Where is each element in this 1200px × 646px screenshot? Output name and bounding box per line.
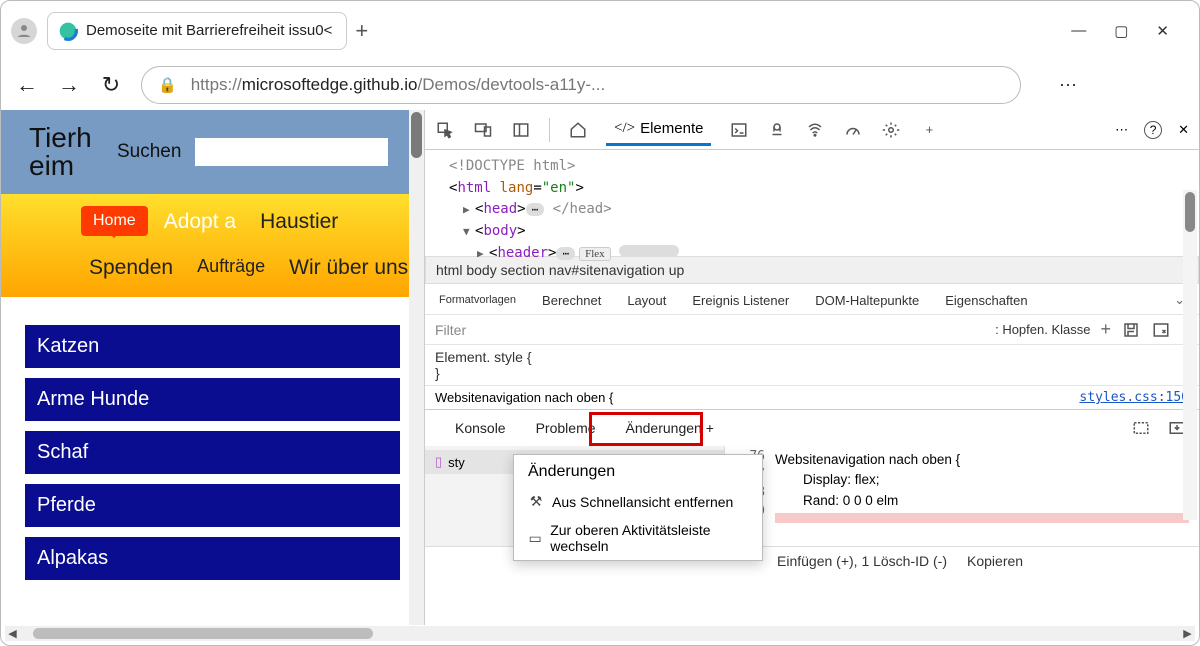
devtools-vscroll[interactable] (1183, 190, 1197, 520)
minimize-button[interactable]: — (1071, 22, 1086, 40)
drawer-tab-console[interactable]: Konsole (455, 420, 506, 436)
maximize-button[interactable]: ▢ (1114, 22, 1128, 40)
copy-button[interactable]: Kopieren (967, 553, 1023, 569)
save-icon[interactable] (1121, 320, 1141, 340)
window-controls: — ▢ ✕ (1071, 22, 1189, 40)
inspect-icon[interactable] (435, 120, 455, 140)
help-icon[interactable]: ? (1144, 121, 1162, 139)
title-bar: Demoseite mit Barrierefreiheit issu0< + … (1, 1, 1199, 60)
tab-layout[interactable]: Layout (627, 293, 666, 308)
styles-filter-row: Filter : Hopfen. Klasse + (425, 315, 1199, 345)
more-tabs-button[interactable]: + (919, 120, 939, 140)
drawer-tab-problems[interactable]: Probleme (536, 420, 596, 436)
tab-computed[interactable]: Berechnet (542, 293, 601, 308)
profile-avatar[interactable] (11, 18, 37, 44)
window-hscroll[interactable]: ◀ ▶ (5, 626, 1195, 641)
context-menu-move-top[interactable]: ▭ Zur oberen Aktivitätsleiste wechseln (514, 516, 762, 560)
device-icon[interactable] (473, 120, 493, 140)
address-bar-row: ← → ↻ 🔒 https://microsoftedge.github.io/… (1, 60, 1199, 110)
close-button[interactable]: ✕ (1156, 22, 1169, 40)
nav-donate[interactable]: Spenden (81, 252, 181, 284)
refresh-button[interactable]: ↻ (99, 72, 123, 98)
devtools: </>Elemente + ⋯ ? ✕ <!DOCTYPE html> <htm… (424, 110, 1199, 625)
site-nav: Home Adopt a Haustier Spenden Aufträge W… (1, 194, 424, 297)
rule-source-link[interactable]: styles.css:156 (1079, 390, 1189, 405)
rule-source-row: Websitenavigation nach oben { styles.css… (425, 385, 1199, 409)
browser-menu-button[interactable]: ⋯ (1059, 75, 1077, 96)
page-vscroll[interactable] (409, 110, 424, 625)
styles-tab-bar: Formatvorlagen Berechnet Layout Ereignis… (425, 284, 1199, 315)
main-split: Tierheim Suchen Home Adopt a Haustier Sp… (1, 110, 1199, 625)
welcome-tab[interactable] (568, 120, 588, 140)
edge-icon (58, 21, 78, 41)
drawer-code[interactable]: Websitenavigation nach oben { Display: f… (765, 446, 1199, 546)
nav-home[interactable]: Home (81, 206, 148, 236)
page-viewport: Tierheim Suchen Home Adopt a Haustier Sp… (1, 110, 424, 625)
style-rules[interactable]: Element. style { } (425, 345, 1199, 385)
category-list: Katzen Arme Hunde Schaf Pferde Alpakas (1, 297, 424, 580)
browser-tab[interactable]: Demoseite mit Barrierefreiheit issu0< (47, 12, 347, 50)
address-bar[interactable]: 🔒 https://microsoftedge.github.io/Demos/… (141, 66, 1021, 104)
context-menu-title: Änderungen (514, 455, 762, 487)
console-tab-icon[interactable] (729, 120, 749, 140)
tab-title: Demoseite mit Barrierefreiheit issu0< (86, 22, 332, 39)
settings-icon[interactable] (881, 120, 901, 140)
site-header: Tierheim Suchen (1, 110, 424, 194)
new-style-button[interactable]: + (1100, 319, 1111, 340)
nav-adopt[interactable]: Adopt a (156, 206, 244, 238)
nav-jobs[interactable]: Aufträge (189, 252, 273, 281)
scroll-left-arrow[interactable]: ◀ (5, 626, 20, 641)
list-item[interactable]: Alpakas (25, 537, 400, 580)
site-title: Tierheim (29, 124, 109, 180)
diff-summary: Einfügen (+), 1 Lösch-ID (-) (777, 553, 947, 569)
list-item[interactable]: Arme Hunde (25, 378, 400, 421)
unpin-icon: ⚒ (528, 493, 544, 510)
tab-props[interactable]: Eigenschaften (945, 293, 1027, 308)
lock-icon: 🔒 (158, 76, 177, 94)
network-tab-icon[interactable] (805, 120, 825, 140)
tab-dom-bp[interactable]: DOM-Haltepunkte (815, 293, 919, 308)
search-label: Suchen (117, 141, 181, 163)
scroll-right-arrow[interactable]: ▶ (1180, 626, 1195, 641)
dom-tree[interactable]: <!DOCTYPE html> <html lang="en"> ▶<head>… (425, 150, 1199, 256)
performance-tab-icon[interactable] (843, 120, 863, 140)
list-item[interactable]: Schaf (25, 431, 400, 474)
context-menu: Änderungen ⚒ Aus Schnellansicht entferne… (513, 454, 763, 561)
rule-selector[interactable]: Websitenavigation nach oben { (435, 390, 613, 405)
nav-about[interactable]: Wir über uns (281, 252, 416, 284)
forward-button[interactable]: → (57, 72, 81, 98)
file-icon: ▯ (435, 454, 442, 470)
new-tab-button[interactable]: + (355, 18, 368, 44)
panel-icon[interactable] (511, 120, 531, 140)
url: https://microsoftedge.github.io/Demos/de… (191, 75, 606, 95)
devtools-menu[interactable]: ⋯ (1115, 122, 1128, 138)
drawer-dock-icon[interactable] (1131, 418, 1151, 438)
file-name: sty (448, 455, 465, 470)
devtools-body: <!DOCTYPE html> <html lang="en"> ▶<head>… (425, 150, 1199, 625)
context-menu-remove[interactable]: ⚒ Aus Schnellansicht entfernen (514, 487, 762, 516)
list-item[interactable]: Pferde (25, 484, 400, 527)
drawer-tab-changes[interactable]: Änderungen + (626, 420, 714, 436)
devtools-toolbar: </>Elemente + ⋯ ? ✕ (425, 110, 1199, 150)
sources-tab-icon[interactable] (767, 120, 787, 140)
tab-events[interactable]: Ereignis Listener (692, 293, 789, 308)
elements-tab[interactable]: </>Elemente (606, 114, 711, 146)
devtools-drawer: Konsole Probleme Änderungen + ▯ sty (425, 409, 1199, 575)
close-devtools[interactable]: ✕ (1178, 122, 1189, 138)
drawer-tabs: Konsole Probleme Änderungen + (425, 410, 1199, 446)
styles-filter[interactable]: Filter (435, 322, 985, 338)
toggle-layout-icon[interactable] (1151, 320, 1171, 340)
nav-pet[interactable]: Haustier (252, 206, 346, 238)
list-item[interactable]: Katzen (25, 325, 400, 368)
search-input[interactable] (195, 138, 388, 166)
tab-strip: Demoseite mit Barrierefreiheit issu0< + (47, 12, 1061, 50)
tab-formats[interactable]: Formatvorlagen (439, 294, 516, 306)
window-icon: ▭ (528, 530, 542, 547)
hov-toggle[interactable]: : Hopfen. Klasse (995, 322, 1090, 337)
back-button[interactable]: ← (15, 72, 39, 98)
